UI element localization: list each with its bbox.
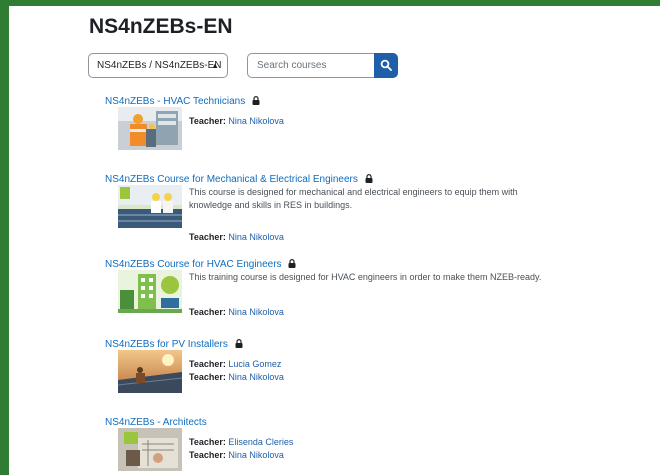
course-title-link[interactable]: NS4nZEBs - HVAC Technicians (105, 96, 260, 107)
search-placeholder: Search courses (257, 60, 327, 71)
sort-caret-icon: ▲ (211, 61, 219, 70)
teacher-label: Teacher: (189, 116, 226, 126)
teacher-name-link[interactable]: Nina Nikolova (228, 307, 284, 317)
course-title-link[interactable]: NS4nZEBs - Architects (105, 417, 207, 428)
search-button[interactable] (374, 53, 398, 78)
teacher-name-link[interactable]: Nina Nikolova (228, 116, 284, 126)
lock-icon (235, 339, 243, 348)
teacher-label: Teacher: (189, 437, 226, 447)
course-teacher: Teacher: Nina Nikolova (189, 450, 284, 460)
window-frame-left (0, 0, 9, 475)
teacher-name-link[interactable]: Nina Nikolova (228, 372, 284, 382)
teacher-name-link[interactable]: Lucia Gomez (228, 359, 281, 369)
course-teacher: Teacher: Lucia Gomez (189, 359, 281, 369)
teacher-name-link[interactable]: Elisenda Cleries (228, 437, 293, 447)
lock-icon (288, 259, 296, 268)
course-title-text[interactable]: NS4nZEBs for PV Installers (105, 339, 228, 350)
course-summary: This training course is designed for HVA… (189, 272, 542, 282)
teacher-label: Teacher: (189, 232, 226, 242)
category-select-value: NS4nZEBs / NS4nZEBs-EN (97, 60, 222, 71)
course-image[interactable] (118, 350, 182, 393)
search-icon (380, 59, 392, 71)
course-title-text[interactable]: NS4nZEBs - Architects (105, 417, 207, 428)
teacher-label: Teacher: (189, 307, 226, 317)
course-summary: This course is designed for mechanical a… (189, 187, 518, 210)
course-teacher: Teacher: Nina Nikolova (189, 307, 284, 317)
teacher-label: Teacher: (189, 359, 226, 369)
page-title: NS4nZEBs-EN (89, 15, 233, 38)
course-image[interactable] (118, 185, 182, 228)
course-teacher: Teacher: Nina Nikolova (189, 372, 284, 382)
course-title-text[interactable]: NS4nZEBs Course for Mechanical & Electri… (105, 174, 358, 185)
lock-icon (252, 96, 260, 105)
course-image[interactable] (118, 107, 182, 150)
teacher-name-link[interactable]: Nina Nikolova (228, 232, 284, 242)
course-image[interactable] (118, 270, 182, 313)
category-select[interactable]: NS4nZEBs / NS4nZEBs-EN ▲ (88, 53, 228, 78)
course-teacher: Teacher: Nina Nikolova (189, 232, 284, 242)
course-title-text[interactable]: NS4nZEBs - HVAC Technicians (105, 96, 245, 107)
search-input[interactable]: Search courses (247, 53, 375, 78)
course-title-link[interactable]: NS4nZEBs Course for Mechanical & Electri… (105, 174, 373, 185)
teacher-label: Teacher: (189, 372, 226, 382)
course-title-text[interactable]: NS4nZEBs Course for HVAC Engineers (105, 259, 282, 270)
teacher-label: Teacher: (189, 450, 226, 460)
course-teacher: Teacher: Nina Nikolova (189, 116, 284, 126)
course-image[interactable] (118, 428, 182, 471)
course-title-link[interactable]: NS4nZEBs for PV Installers (105, 339, 243, 350)
course-teacher: Teacher: Elisenda Cleries (189, 437, 293, 447)
course-title-link[interactable]: NS4nZEBs Course for HVAC Engineers (105, 259, 296, 270)
teacher-name-link[interactable]: Nina Nikolova (228, 450, 284, 460)
page-content: NS4nZEBs-EN NS4nZEBs / NS4nZEBs-EN ▲ Sea… (9, 6, 660, 475)
lock-icon (365, 174, 373, 183)
